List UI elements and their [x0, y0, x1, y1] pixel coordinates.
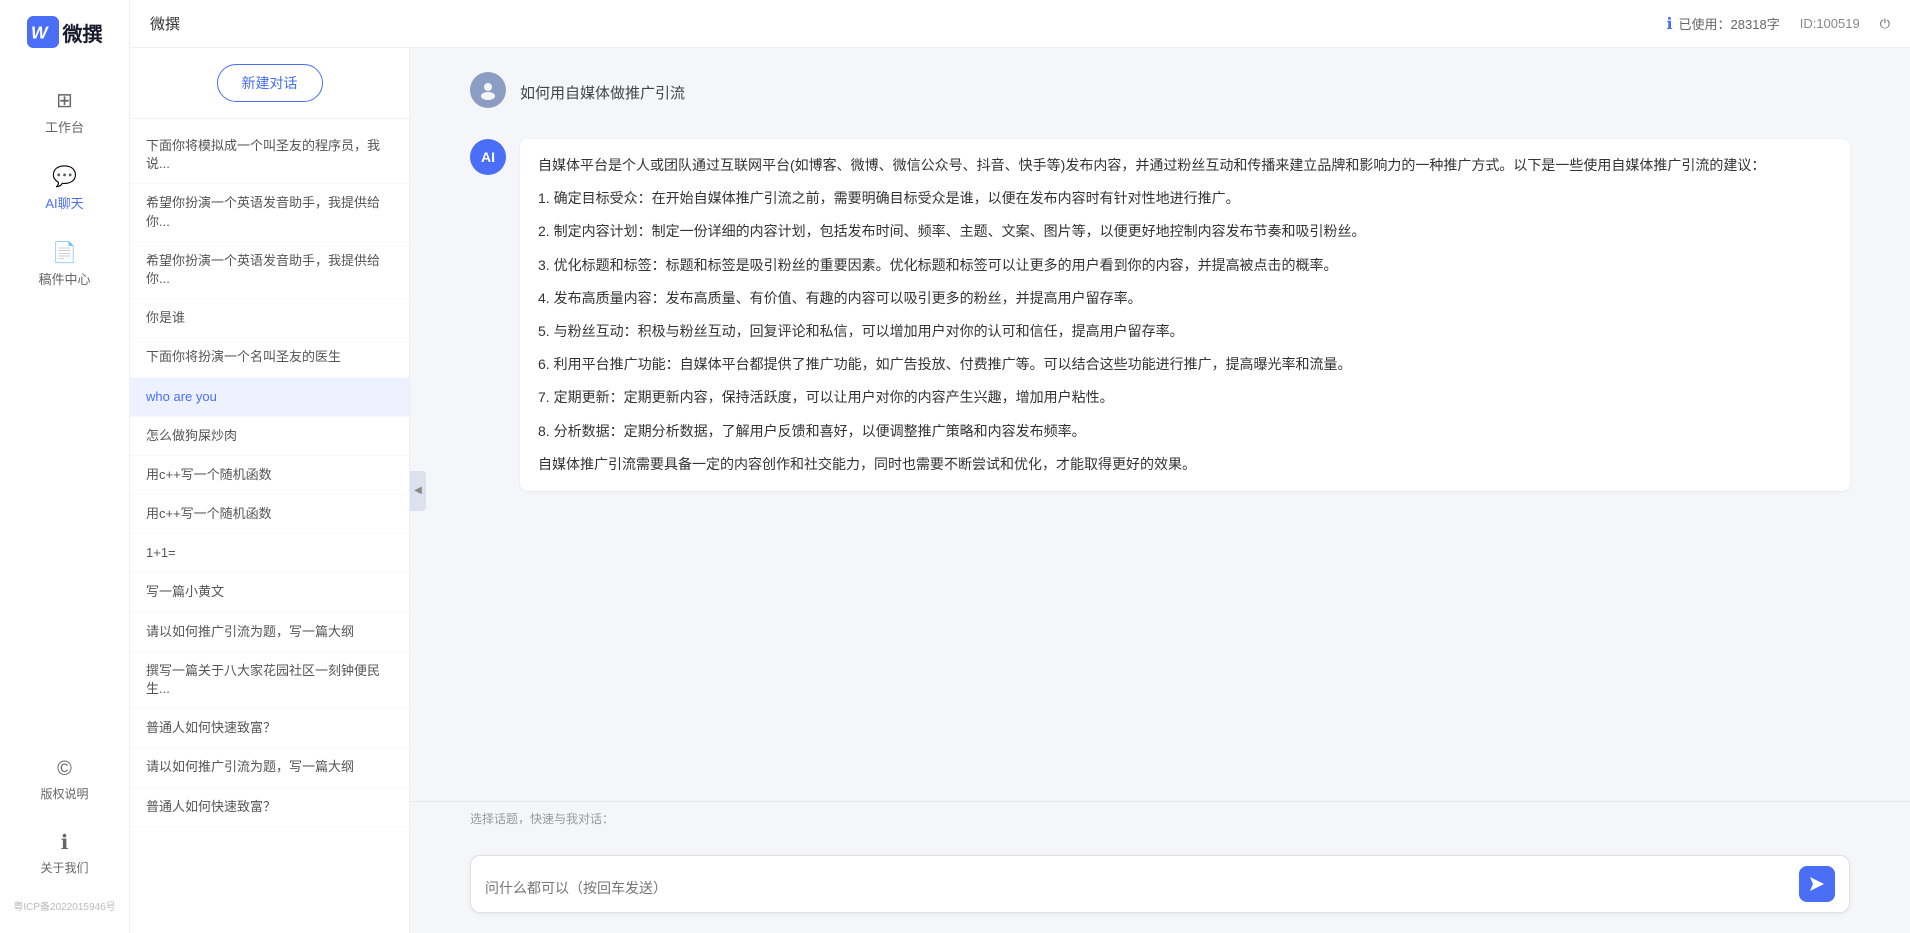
- ai-message-content: 自媒体平台是个人或团队通过互联网平台(如博客、微博、微信公众号、抖音、快手等)发…: [520, 139, 1850, 491]
- sidebar-item-aichat-label: AI聊天: [45, 193, 83, 212]
- send-button[interactable]: [1799, 866, 1835, 902]
- ai-para-2: 2. 制定内容计划：制定一份详细的内容计划，包括发布时间、频率、主题、文案、图片…: [538, 219, 1832, 244]
- history-item[interactable]: 普通人如何快速致富？: [130, 788, 409, 827]
- sidebar-item-workbench[interactable]: ⊞ 工作台: [0, 78, 129, 146]
- history-item[interactable]: 撰写一篇关于八大家花园社区一刻钟便民生...: [130, 652, 409, 709]
- new-chat-button[interactable]: 新建对话: [217, 64, 323, 102]
- history-item-active[interactable]: who are you: [130, 378, 409, 417]
- history-item[interactable]: 下面你将扮演一个名叫圣友的医生: [130, 338, 409, 377]
- ai-para-1: 1. 确定目标受众：在开始自媒体推广引流之前，需要明确目标受众是谁，以便在发布内…: [538, 186, 1832, 211]
- sidebar-item-about[interactable]: ℹ 关于我们: [0, 820, 129, 886]
- sidebar-item-drafts[interactable]: 📄 稿件中心: [0, 230, 129, 298]
- input-area: [410, 843, 1910, 933]
- nav-bottom: © 版权说明 ℹ 关于我们 粤ICP备2022015946号: [0, 748, 129, 917]
- history-item[interactable]: 下面你将模拟成一个叫圣友的程序员，我说...: [130, 127, 409, 184]
- input-box: [470, 855, 1850, 913]
- chat-messages: 如何用自媒体做推广引流 AI 自媒体平台是个人或团队通过互联网平台(如博客、微博…: [410, 48, 1910, 801]
- ai-para-8: 8. 分析数据：定期分析数据，了解用户反馈和喜好，以便调整推广策略和内容发布频率…: [538, 419, 1832, 444]
- logo: W 微撰: [17, 16, 113, 48]
- sidebar-item-drafts-label: 稿件中心: [38, 269, 90, 288]
- usage-info: ℹ 已使用：28318字: [1666, 14, 1779, 34]
- quick-topics: 选择话题，快速与我对话：: [410, 801, 1910, 843]
- history-item[interactable]: 用c++写一个随机函数: [130, 456, 409, 495]
- history-header: 新建对话: [130, 48, 409, 119]
- topbar-right: ℹ 已使用：28318字 ID:100519 ⏻: [1666, 14, 1890, 34]
- icp-text: 粤ICP备2022015946号: [0, 894, 129, 917]
- ai-avatar: AI: [470, 139, 506, 175]
- workbench-icon: ⊞: [56, 88, 73, 113]
- nav-items: ⊞ 工作台 💬 AI聊天 📄 稿件中心: [0, 78, 129, 298]
- history-item[interactable]: 请以如何推广引流为题，写一篇大纲: [130, 613, 409, 652]
- history-item[interactable]: 怎么做狗屎炒肉: [130, 417, 409, 456]
- history-item[interactable]: 请以如何推广引流为题，写一篇大纲: [130, 748, 409, 787]
- history-item[interactable]: 希望你扮演一个英语发音助手，我提供给你...: [130, 242, 409, 299]
- ai-message: AI 自媒体平台是个人或团队通过互联网平台(如博客、微博、微信公众号、抖音、快手…: [470, 139, 1850, 491]
- user-message-text: 如何用自媒体做推广引流: [520, 72, 1850, 115]
- sidebar-item-workbench-label: 工作台: [45, 117, 84, 136]
- usage-text: 已使用：28318字: [1679, 14, 1780, 33]
- svg-text:W: W: [31, 22, 49, 42]
- ai-message-text: 自媒体平台是个人或团队通过互联网平台(如博客、微博、微信公众号、抖音、快手等)发…: [520, 139, 1850, 491]
- drafts-icon: 📄: [52, 240, 77, 265]
- aichat-icon: 💬: [52, 164, 77, 189]
- id-info: ID:100519: [1800, 16, 1860, 31]
- chat-main: ◀ 如何用自媒体做推广引流 AI: [410, 48, 1910, 933]
- user-avatar: [470, 72, 506, 108]
- history-item[interactable]: 希望你扮演一个英语发音助手，我提供给你...: [130, 184, 409, 241]
- about-icon: ℹ: [61, 830, 69, 855]
- history-list: 下面你将模拟成一个叫圣友的程序员，我说... 希望你扮演一个英语发音助手，我提供…: [130, 119, 409, 933]
- history-item[interactable]: 写一篇小黄文: [130, 573, 409, 612]
- logo-text: 微撰: [63, 18, 103, 47]
- sidebar-item-about-label: 关于我们: [40, 859, 88, 876]
- ai-para-5: 5. 与粉丝互动：积极与粉丝互动，回复评论和私信，可以增加用户对你的认可和信任，…: [538, 319, 1832, 344]
- user-message-content: 如何用自媒体做推广引流: [520, 72, 1850, 115]
- topbar: 微撰 ℹ 已使用：28318字 ID:100519 ⏻: [130, 0, 1910, 48]
- chat-input[interactable]: [485, 878, 1791, 902]
- history-item[interactable]: 你是谁: [130, 299, 409, 338]
- history-item[interactable]: 1+1=: [130, 534, 409, 573]
- user-message: 如何用自媒体做推广引流: [470, 72, 1850, 115]
- ai-para-0: 自媒体平台是个人或团队通过互联网平台(如博客、微博、微信公众号、抖音、快手等)发…: [538, 153, 1832, 178]
- ai-para-7: 7. 定期更新：定期更新内容，保持活跃度，可以让用户对你的内容产生兴趣，增加用户…: [538, 385, 1832, 410]
- history-item[interactable]: 普通人如何快速致富？: [130, 709, 409, 748]
- sidebar-item-copyright[interactable]: © 版权说明: [0, 748, 129, 812]
- collapse-panel-button[interactable]: ◀: [410, 471, 426, 511]
- usage-icon: ℹ: [1666, 14, 1672, 34]
- ai-para-6: 6. 利用平台推广功能：自媒体平台都提供了推广功能，如广告投放、付费推广等。可以…: [538, 352, 1832, 377]
- ai-para-9: 自媒体推广引流需要具备一定的内容创作和社交能力，同时也需要不断尝试和优化，才能取…: [538, 452, 1832, 477]
- history-panel: 新建对话 下面你将模拟成一个叫圣友的程序员，我说... 希望你扮演一个英语发音助…: [130, 48, 410, 933]
- history-item[interactable]: 用c++写一个随机函数: [130, 495, 409, 534]
- quick-topics-label: 选择话题，快速与我对话：: [470, 810, 1850, 827]
- sidebar-item-copyright-label: 版权说明: [40, 785, 88, 802]
- ai-para-3: 3. 优化标题和标签：标题和标签是吸引粉丝的重要因素。优化标题和标签可以让更多的…: [538, 253, 1832, 278]
- power-button[interactable]: ⏻: [1880, 16, 1890, 32]
- copyright-icon: ©: [57, 758, 72, 781]
- sidebar: W 微撰 ⊞ 工作台 💬 AI聊天 📄 稿件中心 © 版权说明 ℹ 关于我们 粤…: [0, 0, 130, 933]
- topbar-title: 微撰: [150, 13, 180, 34]
- main: 微撰 ℹ 已使用：28318字 ID:100519 ⏻ 新建对话 下面你将模拟成…: [130, 0, 1910, 933]
- send-icon: [1808, 875, 1826, 893]
- ai-para-4: 4. 发布高质量内容：发布高质量、有价值、有趣的内容可以吸引更多的粉丝，并提高用…: [538, 286, 1832, 311]
- content: 新建对话 下面你将模拟成一个叫圣友的程序员，我说... 希望你扮演一个英语发音助…: [130, 48, 1910, 933]
- sidebar-item-aichat[interactable]: 💬 AI聊天: [0, 154, 129, 222]
